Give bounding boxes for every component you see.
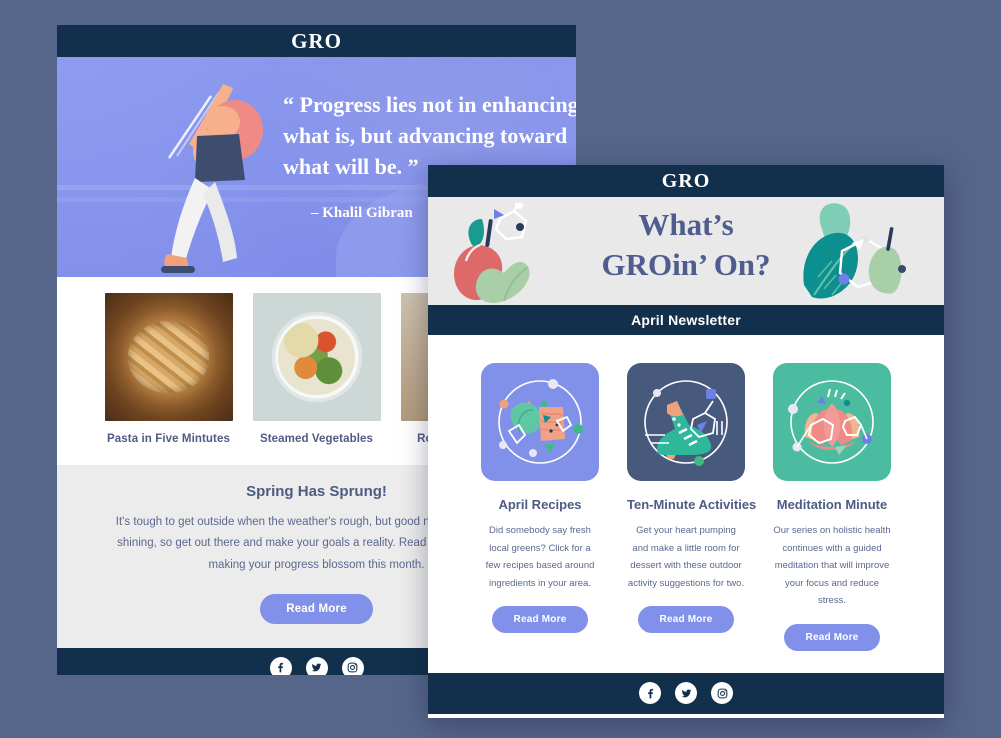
recipe-photo-item[interactable]: Steamed Vegetables [252, 293, 381, 445]
lotus-flower-icon[interactable] [773, 363, 891, 481]
tile-body: Get your heart pumping and make a little… [627, 525, 745, 589]
tile-body: Our series on holistic health continues … [773, 525, 891, 607]
instagram-icon[interactable] [341, 656, 364, 675]
facebook-icon[interactable] [269, 656, 292, 675]
facebook-icon[interactable] [639, 682, 661, 705]
twitter-icon[interactable] [305, 656, 328, 675]
brand-header-back: GRO [57, 25, 576, 57]
tile-title: Meditation Minute [776, 497, 888, 512]
hero-title-section: What’s GROin’ On? [428, 197, 944, 305]
canvas: GRO “ Progress lies not in enhancing wha… [0, 0, 1001, 738]
instagram-icon[interactable] [711, 682, 733, 705]
read-more-button-april-recipes[interactable]: Read More [491, 606, 589, 634]
read-more-button-ten-minute-activities[interactable]: Read More [637, 606, 735, 634]
feature-tile-meditation-minute: Meditation Minute Our series on holistic… [773, 363, 891, 651]
salmon-and-greens-icon[interactable] [481, 363, 599, 481]
tile-title: April Recipes [498, 497, 582, 512]
yoga-stretch-figure-icon [161, 84, 263, 273]
feature-tile-ten-minute-activities: Ten-Minute Activities Get your heart pum… [627, 363, 757, 651]
newsletter-card-front: GRO What’s GROin’ On? April Newsletter A… [428, 165, 944, 718]
running-shoe-icon[interactable] [627, 363, 745, 481]
social-bar-front [428, 672, 944, 714]
twitter-icon[interactable] [675, 682, 697, 705]
footer-links-front: unsubscribe from this list | update subs… [428, 713, 944, 718]
newsletter-subtitle: April Newsletter [428, 305, 944, 335]
read-more-button-spring[interactable]: Read More [260, 593, 373, 624]
recipe-photo-caption: Pasta in Five Mintutes [107, 433, 230, 445]
read-more-button-meditation-minute[interactable]: Read More [783, 623, 881, 651]
tile-title: Ten-Minute Activities [627, 497, 757, 512]
steamed-vegetable-bowl-photo[interactable] [252, 293, 381, 421]
tile-body: Did somebody say fresh local greens? Cli… [485, 525, 595, 589]
kale-pear-molecule-illustration-icon [803, 203, 906, 299]
brand-header-front: GRO [428, 165, 944, 197]
feature-tiles: April Recipes Did somebody say fresh loc… [428, 335, 944, 651]
pasta-bowl-photo[interactable] [104, 293, 233, 421]
recipe-photo-caption: Steamed Vegetables [259, 433, 374, 445]
feature-tile-april-recipes: April Recipes Did somebody say fresh loc… [481, 363, 599, 651]
recipe-photo-item[interactable]: Pasta in Five Mintutes [104, 293, 233, 445]
